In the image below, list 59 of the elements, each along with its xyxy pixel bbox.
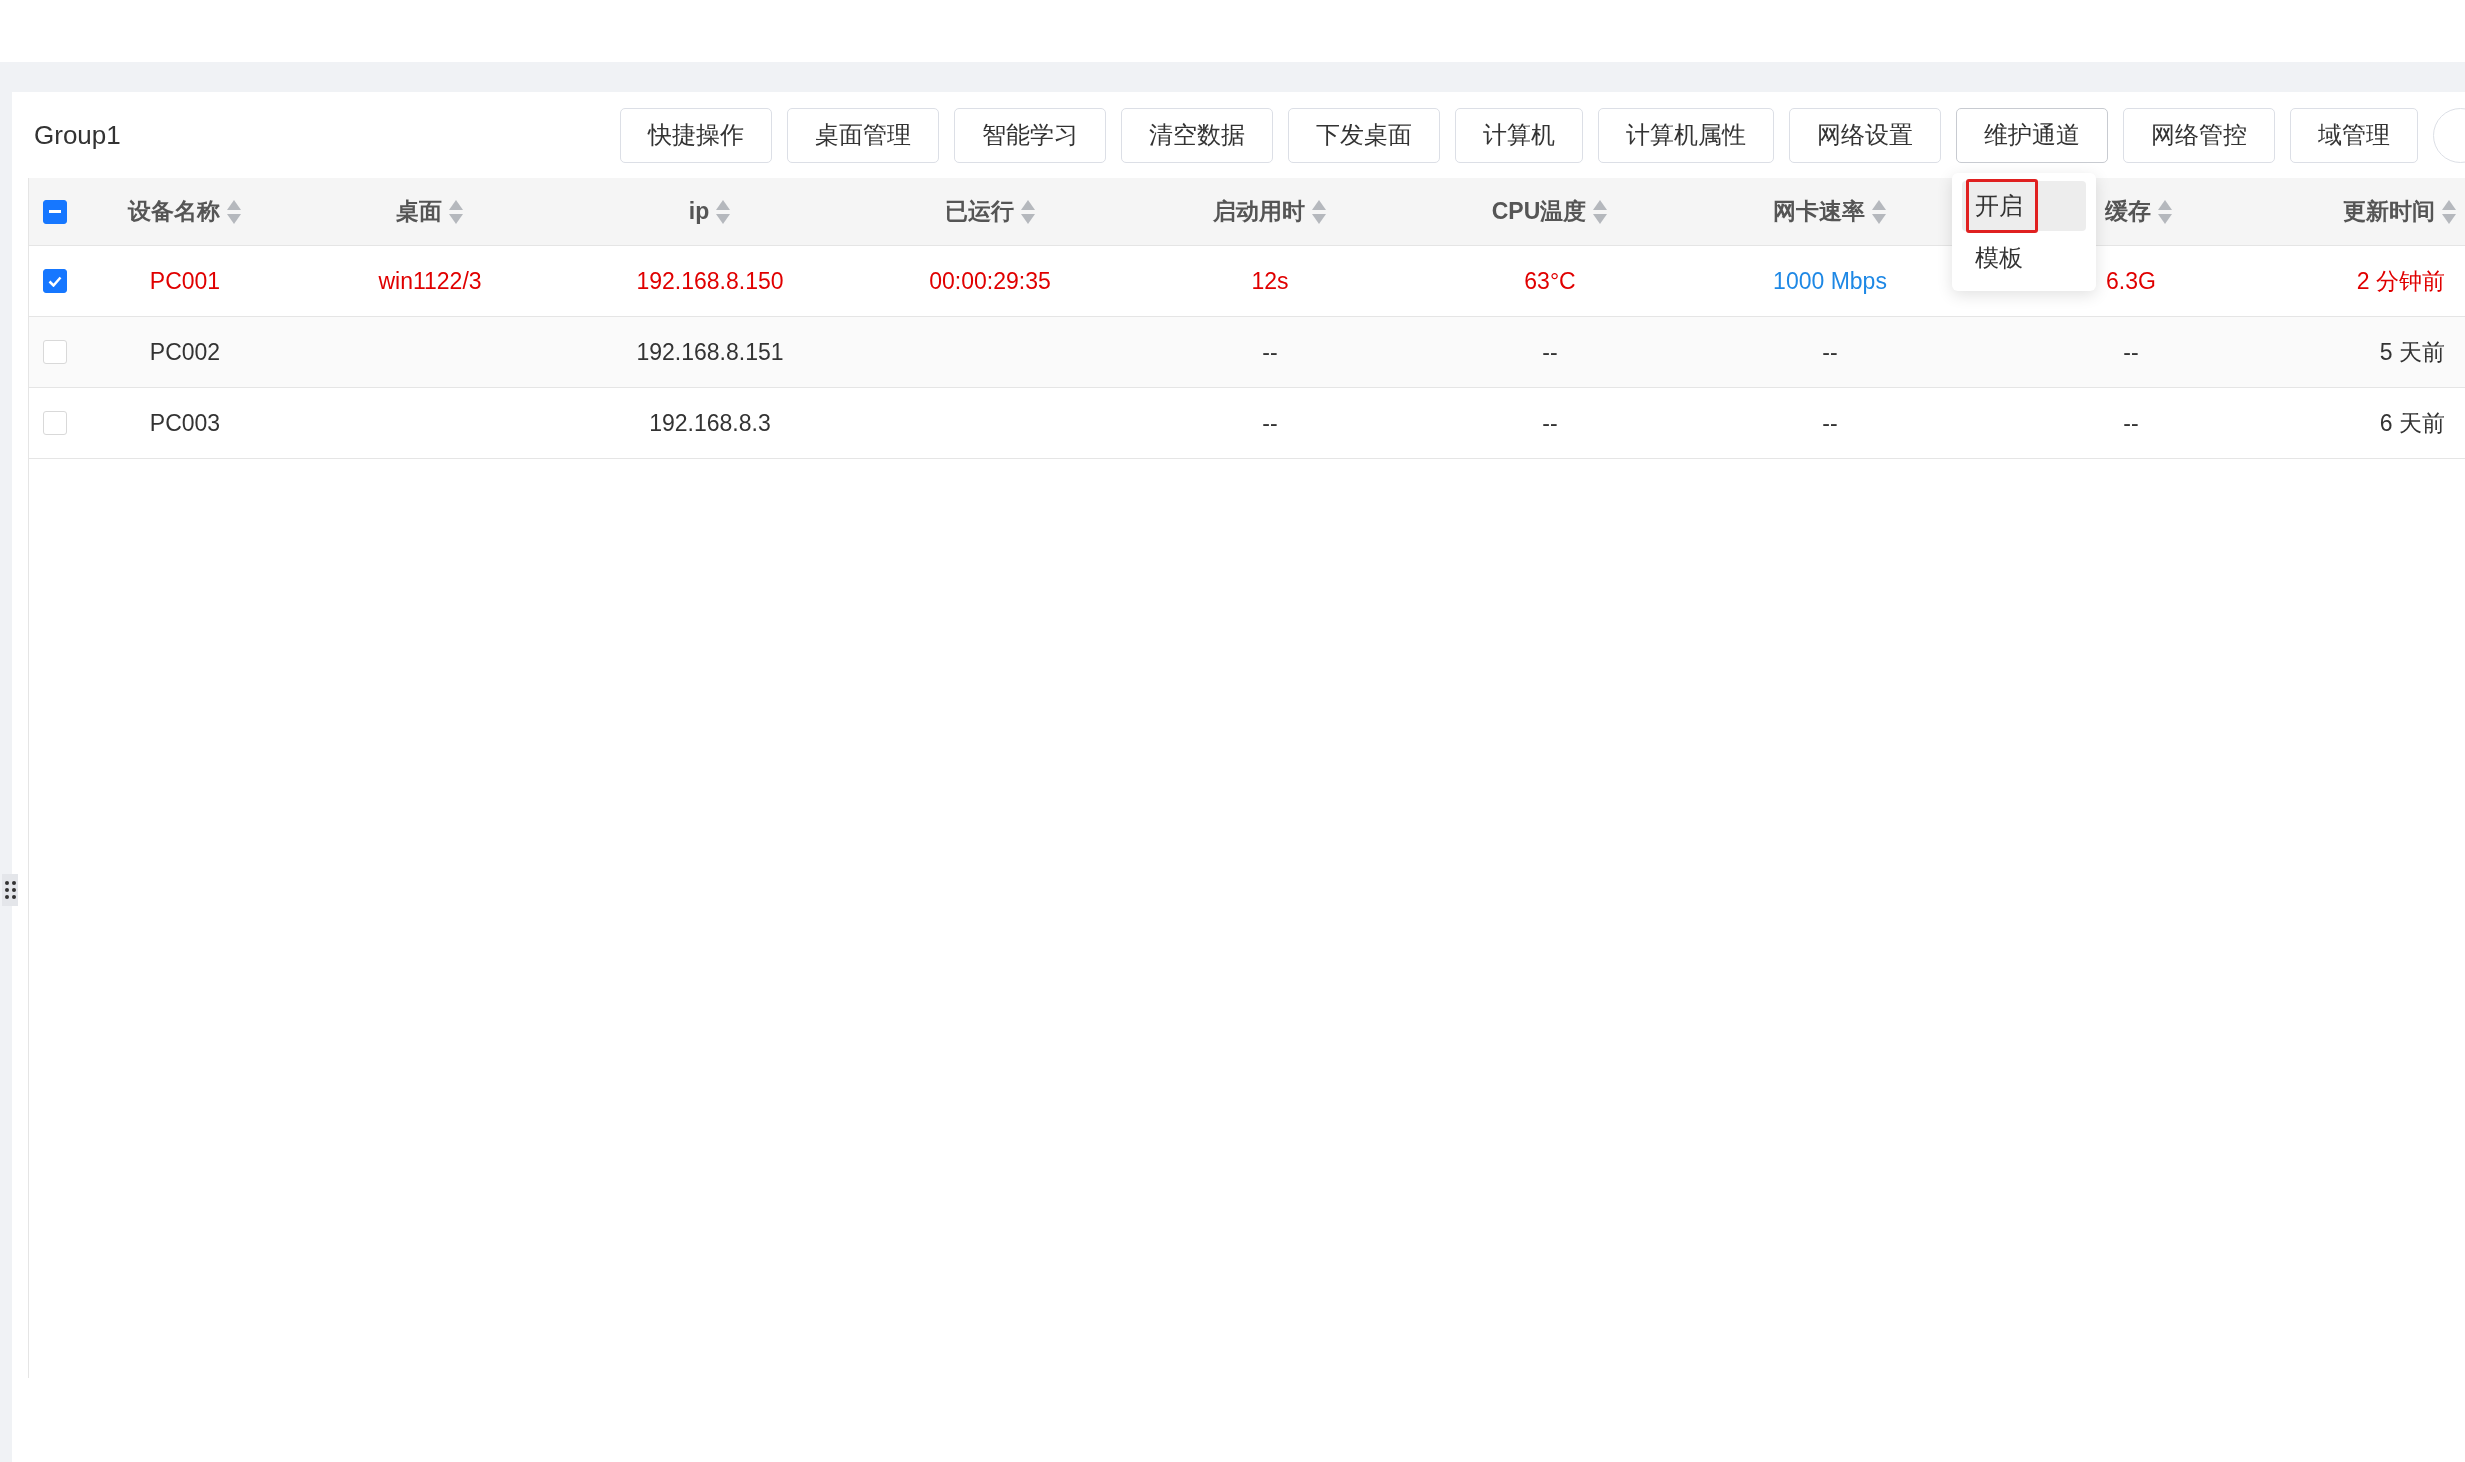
table-cell: 192.168.8.150 xyxy=(636,267,784,295)
column-header: CPU温度 xyxy=(1491,197,1587,226)
table-cell: -- xyxy=(1262,409,1278,437)
group-title: Group1 xyxy=(33,119,122,151)
sort-icon[interactable] xyxy=(448,198,464,225)
column-header: 已运行 xyxy=(944,197,1014,226)
table-cell-text: 5 天前 xyxy=(2379,337,2445,367)
column-header: 缓存 xyxy=(2105,197,2151,226)
sort-icon[interactable] xyxy=(1311,198,1327,225)
table-cell: 63°C xyxy=(1524,267,1576,295)
table-cell: 1000 Mbps xyxy=(1773,267,1887,295)
table-cell: 192.168.8.3 xyxy=(649,409,771,437)
table-cell: -- xyxy=(1822,409,1838,437)
menu-item[interactable]: 开启 xyxy=(1962,180,2086,231)
checkbox[interactable] xyxy=(42,199,67,224)
sort-icon[interactable] xyxy=(1592,198,1609,225)
column-header: 网卡速率 xyxy=(1773,197,1865,226)
checkbox[interactable] xyxy=(42,269,67,293)
sort-icon[interactable] xyxy=(715,198,732,225)
table-cell-text: 6 天前 xyxy=(2379,408,2445,438)
sort-icon[interactable] xyxy=(2157,198,2173,225)
toolbar-button[interactable]: 下发桌面 xyxy=(1288,107,1440,163)
check-icon xyxy=(47,275,62,287)
toolbar-button[interactable]: 计算机属性 xyxy=(1598,107,1774,163)
table-cell: 192.168.8.151 xyxy=(636,338,784,366)
toolbar-button[interactable]: 维护通道 xyxy=(1956,107,2108,163)
table-cell: 12s xyxy=(1251,267,1289,295)
sort-icon[interactable] xyxy=(1871,198,1887,225)
table-cell: -- xyxy=(2123,409,2139,437)
table-cell: 6.3G xyxy=(2106,267,2156,295)
table-cell: -- xyxy=(1262,338,1278,366)
table-cell: -- xyxy=(1822,338,1838,366)
table-cell: PC001 xyxy=(149,267,221,295)
resize-handle[interactable] xyxy=(2,874,18,906)
toolbar-button[interactable]: 清空数据 xyxy=(1121,107,1273,163)
toolbar-button[interactable]: 网络管控 xyxy=(2123,107,2275,163)
toolbar-button[interactable]: 快捷操作 xyxy=(620,107,772,163)
table-cell: -- xyxy=(1542,409,1558,437)
column-header: 更新时间 xyxy=(2343,197,2435,226)
table-cell: 00:00:29:35 xyxy=(929,267,1051,295)
table-cell-text: 2 分钟前 xyxy=(2356,266,2445,296)
sort-icon[interactable] xyxy=(1019,198,1036,225)
minus-icon xyxy=(48,210,61,213)
column-header: 设备名称 xyxy=(128,197,220,226)
toolbar-button[interactable]: 计算机 xyxy=(1455,107,1583,163)
column-header: 桌面 xyxy=(396,197,442,226)
sort-icon[interactable] xyxy=(226,198,242,225)
toolbar-button[interactable]: 桌面管理 xyxy=(787,107,939,163)
sort-icon[interactable] xyxy=(2441,198,2457,225)
toolbar-button[interactable]: 域管理 xyxy=(2290,107,2418,163)
table-cell: -- xyxy=(2123,338,2139,366)
toolbar-button[interactable]: 智能学习 xyxy=(954,107,1106,163)
column-header: 启动用时 xyxy=(1213,197,1305,226)
table-cell: -- xyxy=(1542,338,1558,366)
table-cell: PC003 xyxy=(149,409,221,437)
table-cell: PC002 xyxy=(149,338,221,366)
table-cell: win1122/3 xyxy=(378,267,482,295)
column-header: ip xyxy=(688,198,710,225)
toolbar-button[interactable]: 网络设置 xyxy=(1789,107,1941,163)
